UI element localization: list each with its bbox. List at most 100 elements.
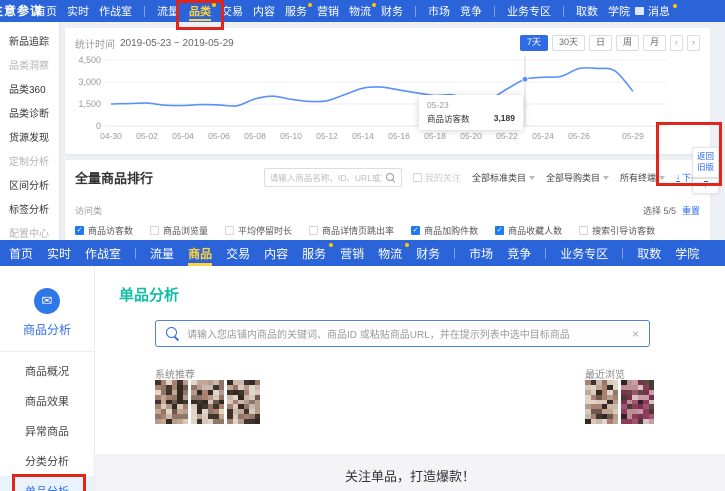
sidebar-section-title: 商品分析 <box>0 321 94 338</box>
metric-checkbox-商品访客数[interactable]: ✓商品访客数 <box>75 224 133 237</box>
back-to-old-version-button[interactable]: 返回 旧版 <box>692 147 719 178</box>
clear-icon[interactable]: × <box>632 327 639 341</box>
checkbox-checked[interactable]: ✓ <box>75 226 84 235</box>
nav-item-品类[interactable]: 品类 <box>184 0 216 22</box>
nav-item-业务专区[interactable]: 业务专区 <box>553 240 615 266</box>
metric-checkbox-商品加购件数[interactable]: ✓ 商品加购件数 <box>411 224 478 237</box>
line-chart[interactable]: 01,5003,0004,50004-3005-0205-0405-0605-0… <box>75 54 700 149</box>
checkbox-checked[interactable]: ✓ <box>411 226 420 235</box>
sidebar-item-商品效果[interactable]: 商品效果 <box>0 386 94 416</box>
back-to-top-button[interactable]: ↑ <box>692 178 719 194</box>
period-button-日[interactable]: 日 <box>589 35 612 51</box>
sidebar-item-单品分析[interactable]: 单品分析 <box>0 476 94 491</box>
sidebar-item-货源发现[interactable]: 货源发现 <box>9 124 59 148</box>
nav-item-交易[interactable]: 交易 <box>219 240 257 266</box>
checkbox-unchecked[interactable] <box>579 226 588 235</box>
product-keyword-search-input[interactable]: 请输入您店铺内商品的关键词、商品ID 或粘贴商品URL，并在提示列表中选中目标商… <box>155 320 650 347</box>
period-button-周[interactable]: 周 <box>616 35 639 51</box>
nav-item-首页[interactable]: 首页 <box>30 0 62 22</box>
nav-item-市场[interactable]: 市场 <box>462 240 500 266</box>
svg-text:05-08: 05-08 <box>244 131 266 141</box>
nav-item-服务[interactable]: 服务 <box>295 240 333 266</box>
nav-item-内容[interactable]: 内容 <box>257 240 295 266</box>
nav-item-竞争[interactable]: 竞争 <box>455 0 487 22</box>
sidebar-item-新品追踪[interactable]: 新品追踪 <box>9 28 59 52</box>
tooltip-date: 05-23 <box>427 100 515 110</box>
nav-item-竞争[interactable]: 竞争 <box>500 240 538 266</box>
metric-label: 平均停留时长 <box>238 224 292 237</box>
bottom-navbar: 首页实时作战室流量商品交易内容服务营销物流财务市场竞争业务专区取数学院 <box>0 240 725 266</box>
metric-checkbox-平均停留时长[interactable]: 平均停留时长 <box>225 224 292 237</box>
sidebar-item-分类分析[interactable]: 分类分析 <box>0 446 94 476</box>
blurred-product-thumbnail[interactable] <box>621 380 654 424</box>
sidebar-item-标签分析[interactable]: 标签分析 <box>9 196 59 220</box>
blurred-product-thumbnail[interactable] <box>155 380 188 424</box>
svg-text:04-30: 04-30 <box>100 131 122 141</box>
nav-item-业务专区[interactable]: 业务专区 <box>502 0 556 22</box>
nav-item-学院[interactable]: 学院 <box>668 240 706 266</box>
nav-item-交易[interactable]: 交易 <box>216 0 248 22</box>
nav-item-流量[interactable]: 流量 <box>152 0 184 22</box>
nav-item-服务[interactable]: 服务 <box>280 0 312 22</box>
next-period-button[interactable]: › <box>687 35 700 51</box>
sidebar-item-品类360[interactable]: 品类360 <box>9 76 59 100</box>
nav-item-物流[interactable]: 物流 <box>371 240 409 266</box>
checkbox-unchecked[interactable] <box>413 173 422 182</box>
period-button-7天[interactable]: 7天 <box>520 35 548 51</box>
nav-item-取数[interactable]: 取数 <box>630 240 668 266</box>
nav-item-商品[interactable]: 商品 <box>181 240 219 266</box>
nav-item-财务[interactable]: 财务 <box>409 240 447 266</box>
metric-label: 商品加购件数 <box>424 224 478 237</box>
search-icon[interactable] <box>386 173 396 183</box>
checkbox-unchecked[interactable] <box>309 226 318 235</box>
recent-view-thumbnails <box>585 380 654 424</box>
nav-item-首页[interactable]: 首页 <box>2 240 40 266</box>
blurred-product-thumbnail[interactable] <box>227 380 260 424</box>
nav-item-实时[interactable]: 实时 <box>40 240 78 266</box>
filter-dropdown-全部标准类目[interactable]: 全部标准类目 <box>472 171 535 184</box>
category-sidebar: 新品追踪品类洞察品类360品类诊断货源发现定制分析区间分析标签分析配置中心配置计… <box>0 22 60 240</box>
metric-label: 商品浏览量 <box>163 224 208 237</box>
nav-item-营销[interactable]: 营销 <box>312 0 344 22</box>
sidebar-item-异常商品[interactable]: 异常商品 <box>0 416 94 446</box>
sidebar-item-定制分析[interactable]: 定制分析 <box>9 148 59 172</box>
filter-dropdown-所有终端[interactable]: 所有终端 <box>620 171 665 184</box>
nav-item-流量[interactable]: 流量 <box>143 240 181 266</box>
nav-item-物流[interactable]: 物流 <box>344 0 376 22</box>
period-button-30天[interactable]: 30天 <box>552 35 585 51</box>
metric-checkbox-商品浏览量[interactable]: 商品浏览量 <box>150 224 208 237</box>
nav-item-内容[interactable]: 内容 <box>248 0 280 22</box>
nav-item-市场[interactable]: 市场 <box>423 0 455 22</box>
sidebar-item-品类诊断[interactable]: 品类诊断 <box>9 100 59 124</box>
filter-dropdown-全部导购类目[interactable]: 全部导购类目 <box>546 171 609 184</box>
nav-item-学院[interactable]: 学院 <box>603 0 635 22</box>
tooltip-value: 3,189 <box>494 113 515 125</box>
blurred-product-thumbnail[interactable] <box>191 380 224 424</box>
svg-text:0: 0 <box>96 121 101 131</box>
sidebar-item-品类洞察[interactable]: 品类洞察 <box>9 52 59 76</box>
message-menu[interactable]: 消息 <box>635 0 725 22</box>
nav-item-财务[interactable]: 财务 <box>376 0 408 22</box>
nav-item-实时[interactable]: 实时 <box>62 0 94 22</box>
metric-group-label: 访问类 <box>75 204 102 217</box>
prev-period-button[interactable]: ‹ <box>670 35 683 51</box>
nav-item-营销[interactable]: 营销 <box>333 240 371 266</box>
nav-item-取数[interactable]: 取数 <box>571 0 603 22</box>
nav-item-作战室[interactable]: 作战室 <box>78 240 128 266</box>
sidebar-item-区间分析[interactable]: 区间分析 <box>9 172 59 196</box>
sidebar-item-商品概况[interactable]: 商品概况 <box>0 356 94 386</box>
my-follow-checkbox[interactable]: 我的关注 <box>413 171 461 184</box>
checkbox-unchecked[interactable] <box>225 226 234 235</box>
metric-checkbox-商品详情页跳出率[interactable]: 商品详情页跳出率 <box>309 224 394 237</box>
metric-checkbox-搜索引导访客数[interactable]: 搜索引导访客数 <box>579 224 655 237</box>
back-to-top-icon: ↑ <box>704 181 708 191</box>
reset-button[interactable]: 重置 <box>682 204 700 217</box>
period-button-月[interactable]: 月 <box>643 35 666 51</box>
checkbox-checked[interactable]: ✓ <box>495 226 504 235</box>
blurred-product-thumbnail[interactable] <box>585 380 618 424</box>
product-search-input[interactable]: 请输入商品名称、ID、URL或货号 <box>264 168 402 187</box>
nav-item-作战室[interactable]: 作战室 <box>94 0 137 22</box>
checkbox-unchecked[interactable] <box>150 226 159 235</box>
svg-text:05-29: 05-29 <box>622 131 644 141</box>
metric-checkbox-商品收藏人数[interactable]: ✓商品收藏人数 <box>495 224 562 237</box>
